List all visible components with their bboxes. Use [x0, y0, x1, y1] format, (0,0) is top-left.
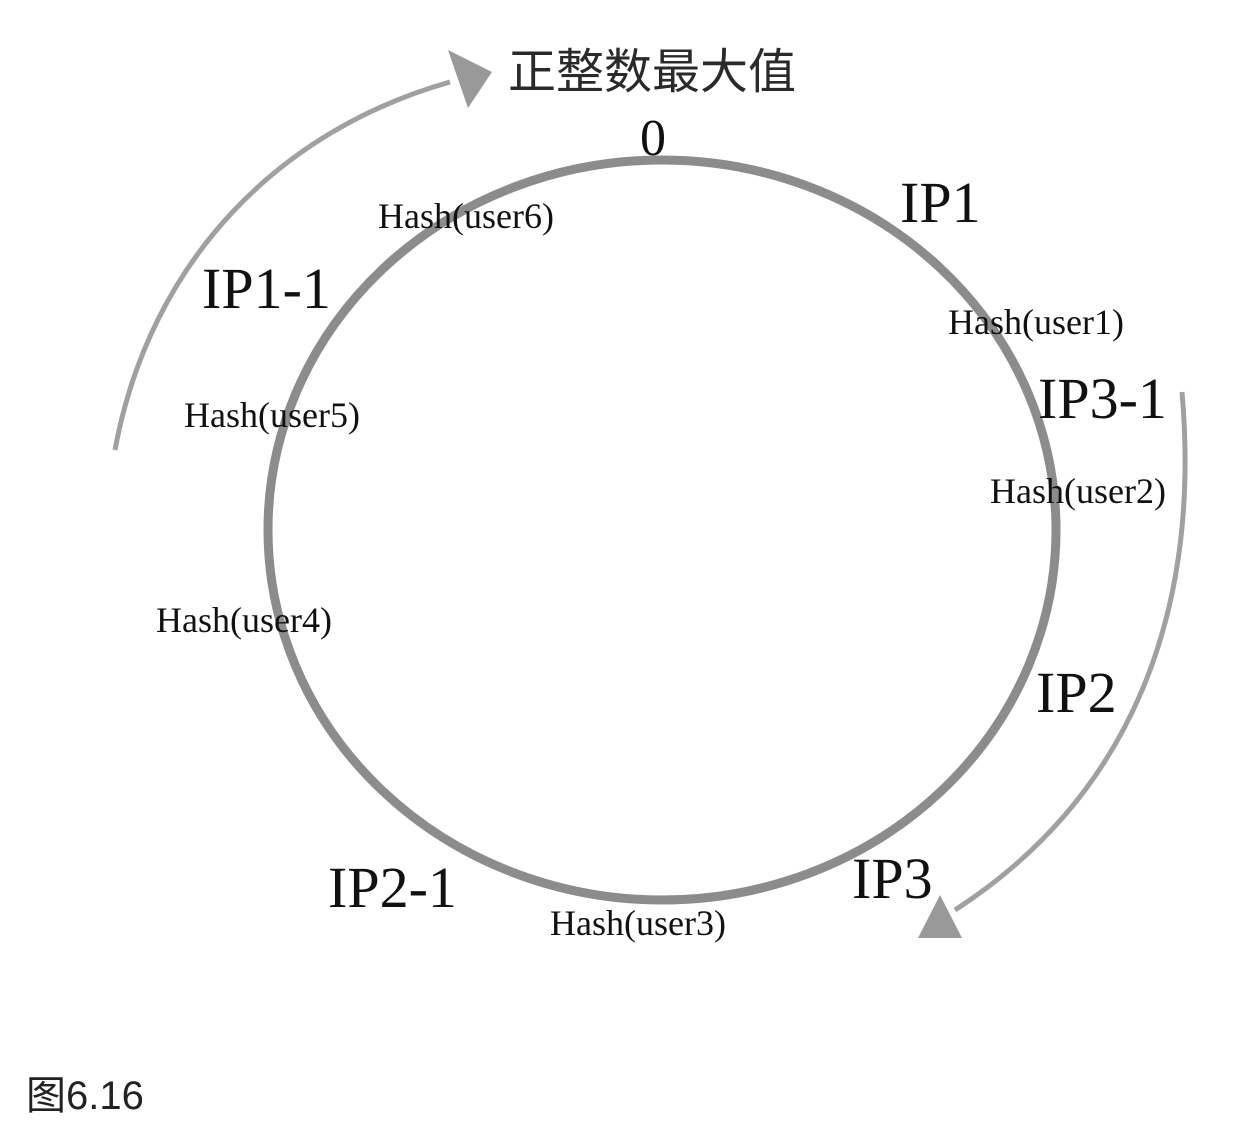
- max-value-label: 正整数最大值: [508, 44, 796, 100]
- arrow-clockwise-right: [953, 391, 1188, 913]
- node-ip2-1: IP2-1: [328, 855, 457, 920]
- zero-label: 0: [640, 110, 666, 167]
- hash-user3: Hash(user3): [550, 903, 726, 943]
- hash-user5: Hash(user5): [184, 395, 360, 435]
- hash-user4: Hash(user4): [156, 600, 332, 640]
- node-ip3: IP3: [852, 846, 933, 911]
- hash-user1: Hash(user1): [948, 302, 1124, 342]
- node-ip2: IP2: [1036, 660, 1117, 725]
- hash-ring-diagram: 正整数最大值 0 IP1 IP3-1 IP2 IP3 IP2-1 IP1-1 H…: [112, 44, 1188, 943]
- figure-caption: 图6.16: [26, 1074, 144, 1118]
- hash-user6: Hash(user6): [378, 196, 554, 236]
- arrow-head-top: [448, 50, 492, 108]
- node-ip1: IP1: [900, 170, 981, 235]
- node-ip1-1: IP1-1: [202, 256, 331, 321]
- node-ip3-1: IP3-1: [1038, 366, 1167, 431]
- hash-user2: Hash(user2): [990, 471, 1166, 511]
- hash-ring: [263, 155, 1061, 905]
